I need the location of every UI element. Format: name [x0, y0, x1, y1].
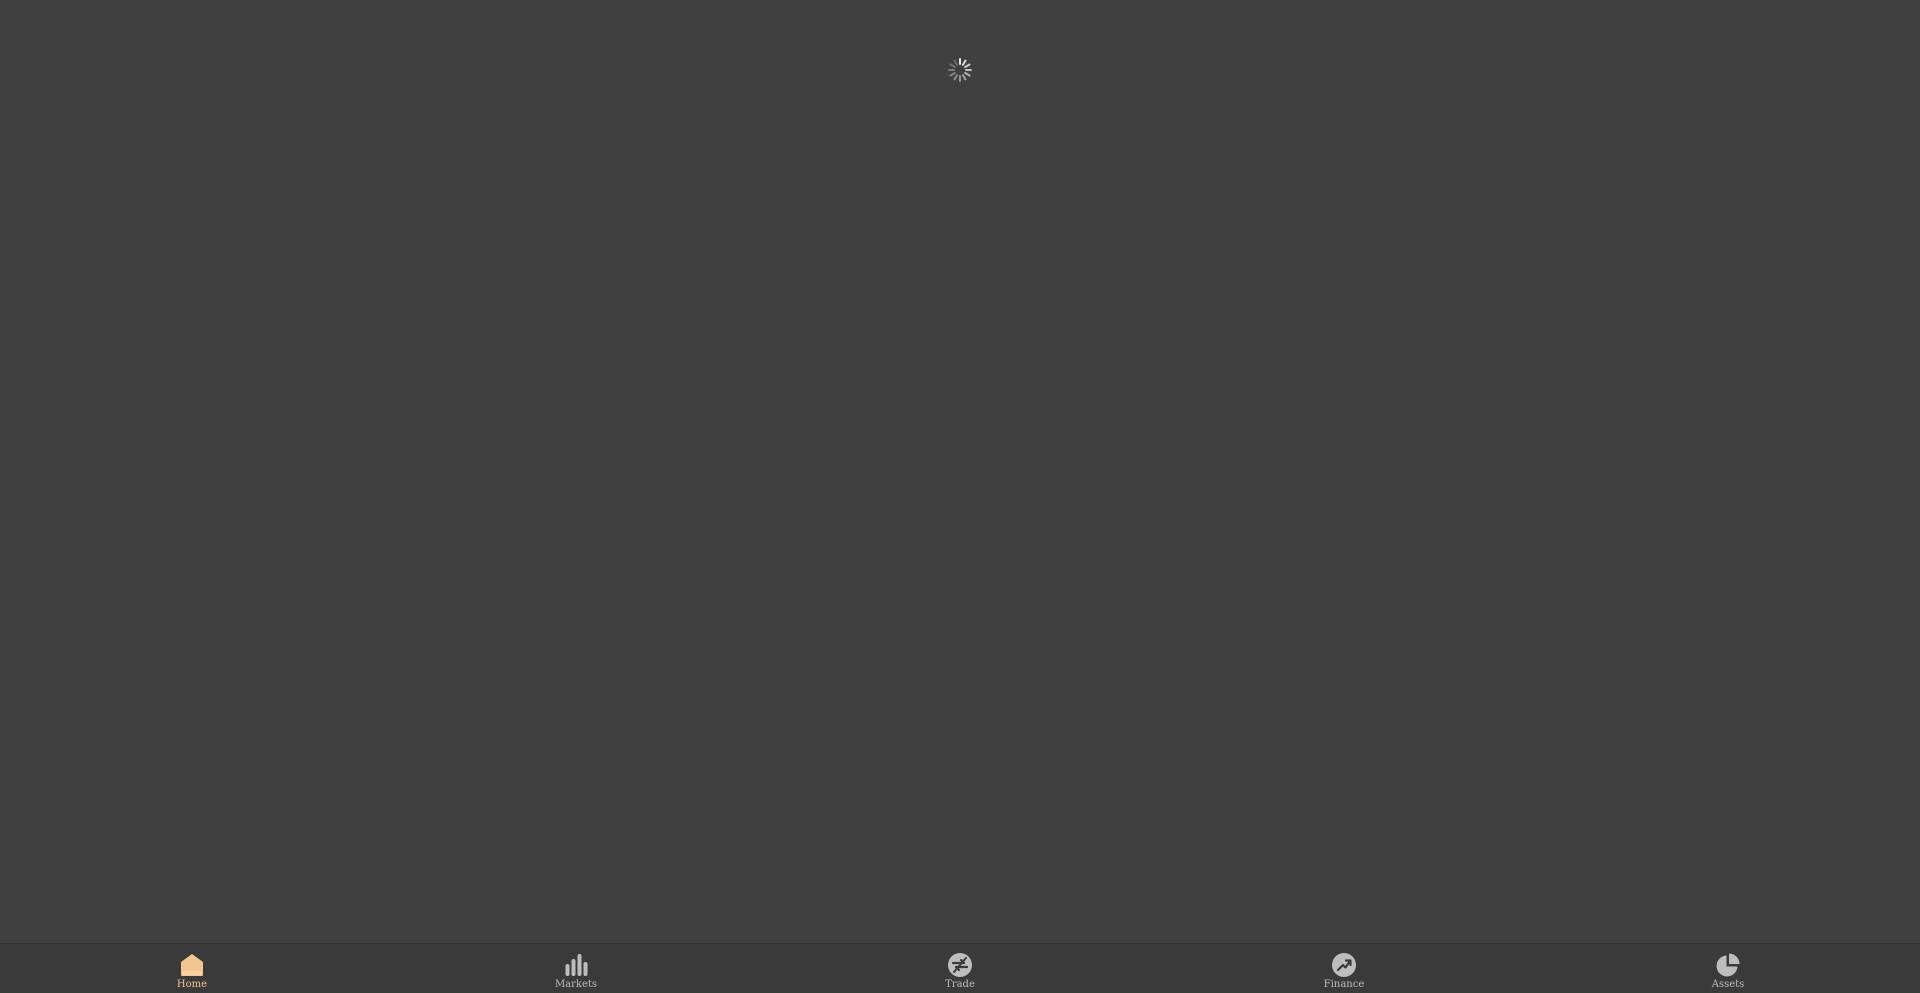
- tab-label: Trade: [945, 979, 975, 990]
- main-content: [0, 0, 1920, 943]
- tab-finance[interactable]: Finance: [1152, 944, 1536, 993]
- tab-trade[interactable]: Trade: [768, 944, 1152, 993]
- app-page: Home Markets Trade Finance Assets: [0, 0, 1920, 993]
- tab-home[interactable]: Home: [0, 944, 384, 993]
- tab-markets[interactable]: Markets: [384, 944, 768, 993]
- bottom-tab-bar: Home Markets Trade Finance Assets: [0, 943, 1920, 993]
- trade-icon: [947, 952, 973, 978]
- finance-icon: [1331, 952, 1357, 978]
- home-icon: [179, 952, 205, 978]
- tab-label: Home: [176, 979, 208, 990]
- pie-chart-icon: [1715, 952, 1741, 978]
- tab-assets[interactable]: Assets: [1536, 944, 1920, 993]
- bar-chart-icon: [563, 952, 589, 978]
- loading-spinner-icon: [947, 57, 973, 83]
- tab-label: Finance: [1323, 979, 1365, 990]
- tab-label: Markets: [554, 979, 598, 990]
- tab-label: Assets: [1711, 979, 1745, 990]
